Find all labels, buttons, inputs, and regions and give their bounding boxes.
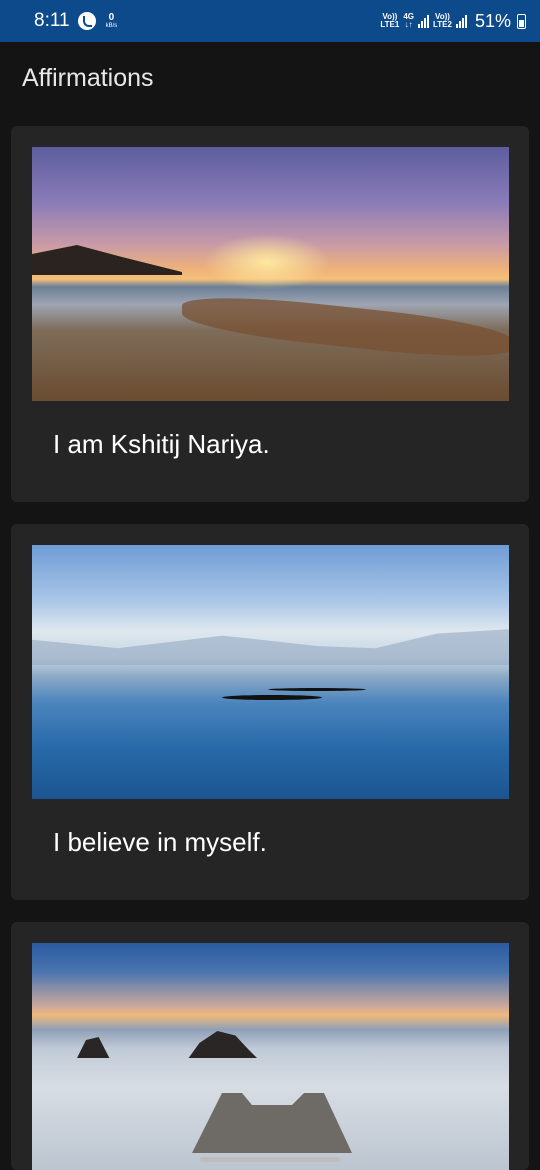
signal-icon <box>455 14 467 28</box>
affirmation-card[interactable]: I believe in myself. <box>11 524 529 900</box>
status-time: 8:11 <box>34 10 70 31</box>
status-right: Vo)) LTE1 4G ↓↑ Vo)) LTE2 51% <box>380 11 526 32</box>
data-rate-unit: kB/s <box>105 23 118 29</box>
affirmation-text: I am Kshitij Nariya. <box>53 429 270 459</box>
battery-percent: 51% <box>474 10 511 31</box>
sim2-label: Vo)) LTE2 <box>433 13 452 29</box>
affirmation-card[interactable] <box>11 922 529 1170</box>
app-title: Affirmations <box>22 64 154 92</box>
affirmation-image <box>32 147 509 401</box>
affirmation-text: I believe in myself. <box>53 827 267 857</box>
navigation-handle[interactable] <box>200 1157 340 1162</box>
sim1-bottom: LTE1 <box>380 20 400 29</box>
affirmation-image <box>32 545 509 799</box>
call-icon <box>77 12 96 30</box>
signal-icon <box>418 14 429 28</box>
status-bar: 8:11 0 kB/s Vo)) LTE1 4G ↓↑ Vo)) LTE2 51… <box>0 0 540 42</box>
network-bottom: ↓↑ <box>404 20 413 29</box>
network-label: 4G ↓↑ <box>403 13 414 29</box>
data-rate: 0 kB/s <box>105 12 118 30</box>
data-rate-value: 0 <box>108 12 115 23</box>
affirmation-image <box>32 943 509 1170</box>
affirmation-card[interactable]: I am Kshitij Nariya. <box>11 126 529 502</box>
sim1-label: Vo)) LTE1 <box>380 13 399 29</box>
sim2-bottom: LTE2 <box>433 20 452 29</box>
battery-icon <box>517 13 526 29</box>
